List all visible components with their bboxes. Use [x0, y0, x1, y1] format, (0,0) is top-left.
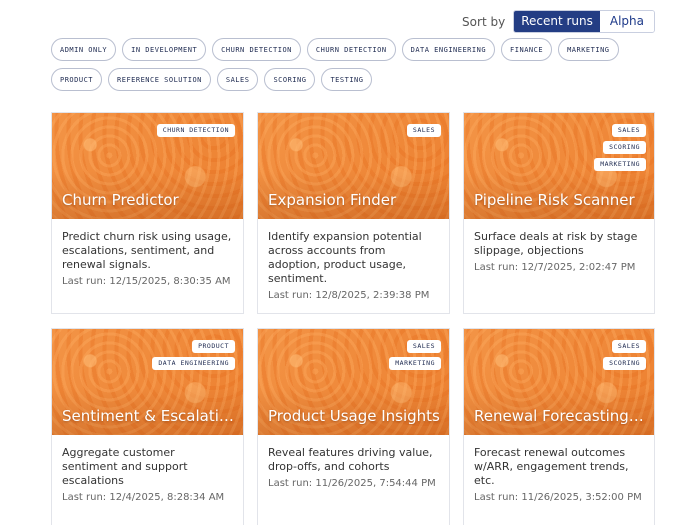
card-hero-image: SALES Expansion Finder [258, 113, 449, 219]
card-tags: SALES SCORING [603, 340, 646, 370]
card-last-run: Last run: 12/7/2025, 2:02:47 PM [474, 262, 636, 273]
card-renewal-forecasting[interactable]: SALES SCORING Renewal Forecasting ... Fo… [463, 328, 655, 525]
card-tag: SALES [406, 124, 441, 137]
card-tag: MARKETING [389, 357, 441, 370]
filter-chip-scoring[interactable]: SCORING [264, 68, 316, 91]
card-tags: SALES [406, 124, 441, 137]
card-description: Identify expansion potential across acco… [268, 230, 422, 285]
card-description: Forecast renewal outcomes w/ARR, engagem… [474, 446, 629, 487]
card-title: Pipeline Risk Scanner [474, 191, 635, 209]
filter-chip-sales[interactable]: SALES [216, 68, 259, 91]
card-tag: CHURN DETECTION [156, 124, 235, 137]
sort-toggle: Recent runs Alpha [513, 10, 655, 33]
card-last-run: Last run: 11/26/2025, 7:54:44 PM [268, 478, 436, 489]
card-expansion-finder[interactable]: SALES Expansion Finder Identify expansio… [257, 112, 450, 314]
card-hero-image: SALES MARKETING Product Usage Insights [258, 329, 449, 435]
filter-chip-marketing[interactable]: MARKETING [558, 38, 619, 61]
filter-chip-in-development[interactable]: IN DEVELOPMENT [122, 38, 207, 61]
card-hero-image: PRODUCT DATA ENGINEERING Sentiment & Esc… [52, 329, 243, 435]
card-sentiment-escalation[interactable]: PRODUCT DATA ENGINEERING Sentiment & Esc… [51, 328, 244, 525]
card-hero-image: SALES SCORING MARKETING Pipeline Risk Sc… [464, 113, 654, 219]
card-hero-image: CHURN DETECTION Churn Predictor [52, 113, 243, 219]
filter-chips: ADMIN ONLY IN DEVELOPMENT CHURN DETECTIO… [51, 38, 641, 91]
sort-alpha-button[interactable]: Alpha [599, 11, 654, 32]
filter-chip-churn-detection[interactable]: CHURN DETECTION [212, 38, 301, 61]
card-tags: CHURN DETECTION [156, 124, 235, 137]
card-tag: PRODUCT [192, 340, 235, 353]
card-churn-predictor[interactable]: CHURN DETECTION Churn Predictor Predict … [51, 112, 244, 314]
card-title: Churn Predictor [62, 191, 179, 209]
card-tag: SALES [611, 340, 646, 353]
card-tags: SALES MARKETING [389, 340, 441, 370]
card-last-run: Last run: 12/8/2025, 2:39:38 PM [268, 290, 430, 301]
card-last-run: Last run: 11/26/2025, 3:52:00 PM [474, 492, 642, 503]
card-description: Surface deals at risk by stage slippage,… [474, 230, 638, 257]
card-title: Product Usage Insights [268, 407, 440, 425]
card-last-run: Last run: 12/4/2025, 8:28:34 AM [62, 492, 225, 503]
card-tag: SALES [611, 124, 646, 137]
sort-bar: Sort by Recent runs Alpha [462, 10, 655, 33]
card-tag: SCORING [603, 357, 646, 370]
filter-chip-churn-detection-2[interactable]: CHURN DETECTION [306, 38, 396, 61]
card-title: Expansion Finder [268, 191, 397, 209]
card-tag: MARKETING [594, 158, 646, 171]
card-title: Renewal Forecasting ... [474, 407, 646, 425]
filter-chip-testing[interactable]: TESTING [321, 68, 373, 91]
card-pipeline-risk-scanner[interactable]: SALES SCORING MARKETING Pipeline Risk Sc… [463, 112, 655, 314]
sort-label: Sort by [462, 14, 506, 29]
card-title: Sentiment & Escalation [62, 407, 235, 425]
card-description: Reveal features driving value, drop-offs… [268, 446, 433, 473]
card-tags: SALES SCORING MARKETING [594, 124, 646, 171]
card-description: Aggregate customer sentiment and support… [62, 446, 188, 487]
card-last-run: Last run: 12/15/2025, 8:30:35 AM [62, 276, 231, 287]
filter-chip-admin-only[interactable]: ADMIN ONLY [51, 38, 117, 61]
filter-chip-reference-solution[interactable]: REFERENCE SOLUTION [108, 68, 211, 91]
card-tags: PRODUCT DATA ENGINEERING [152, 340, 235, 370]
card-hero-image: SALES SCORING Renewal Forecasting ... [464, 329, 654, 435]
card-tag: SALES [406, 340, 441, 353]
card-product-usage-insights[interactable]: SALES MARKETING Product Usage Insights R… [257, 328, 450, 525]
filter-chip-product[interactable]: PRODUCT [51, 68, 103, 91]
card-grid: CHURN DETECTION Churn Predictor Predict … [51, 112, 655, 525]
filter-chip-finance[interactable]: FINANCE [501, 38, 553, 61]
card-tag: DATA ENGINEERING [152, 357, 235, 370]
filter-chip-data-engineering[interactable]: DATA ENGINEERING [401, 38, 496, 61]
card-tag: SCORING [603, 141, 646, 154]
card-description: Predict churn risk using usage, escalati… [62, 230, 232, 271]
sort-recent-runs-button[interactable]: Recent runs [514, 11, 600, 32]
